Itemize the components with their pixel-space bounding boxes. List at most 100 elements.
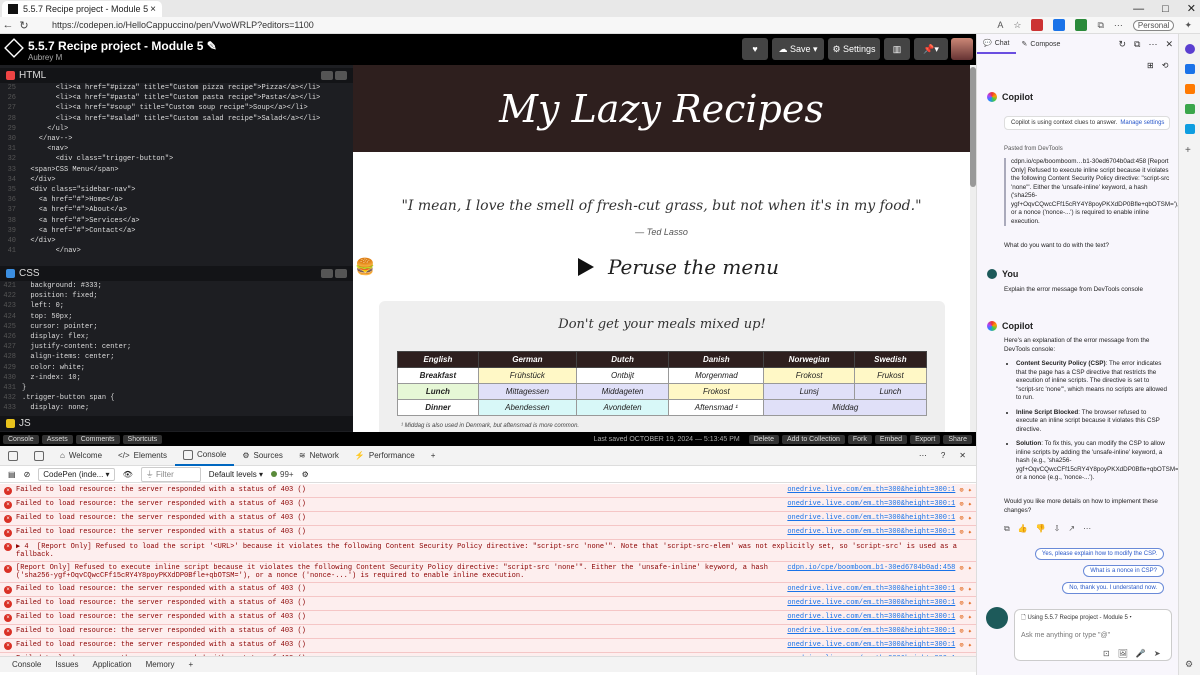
error-source-link[interactable]: onedrive.live.com/em…th=300&height=300:1 [787, 585, 955, 593]
console-error-row[interactable]: × [Report Only] Refused to execute inline… [0, 562, 976, 583]
device-icon[interactable] [26, 446, 52, 466]
send-icon[interactable]: ➤ [1154, 649, 1161, 658]
app-icon[interactable] [1185, 84, 1195, 94]
hamburger-menu-icon[interactable]: 🍔 [355, 257, 375, 277]
console-error-row[interactable]: × ▶ 4 [Report Only] Refused to load the s… [0, 540, 976, 562]
grid-icon[interactable]: ⊞ [1147, 61, 1154, 70]
more-icon[interactable]: ⋯ [1083, 524, 1091, 534]
filter-input[interactable]: ⏚ Filter [140, 466, 201, 482]
html-code[interactable]: 25 <li><a href="#pizza" title="Custom pi… [0, 83, 353, 256]
drawer-tab-console[interactable]: Console [12, 660, 41, 669]
help-icon[interactable]: ? [941, 451, 945, 460]
explain-error-icon[interactable]: ⊚ ✦ [959, 486, 972, 495]
extension-icon[interactable] [1031, 19, 1044, 31]
error-source-link[interactable]: onedrive.live.com/em…th=300&height=300:1 [787, 627, 955, 635]
refresh-icon[interactable]: ↻ [16, 19, 32, 32]
read-aloud-icon[interactable]: A [997, 20, 1003, 30]
avatar[interactable] [951, 38, 973, 60]
copilot-icon[interactable]: ✦ [1184, 20, 1192, 31]
more-icon[interactable]: ⋯ [1148, 39, 1157, 50]
error-source-link[interactable]: onedrive.live.com/em…th=300&height=300:1 [787, 613, 955, 621]
add-tab-icon[interactable]: + [423, 446, 444, 466]
pen-title[interactable]: 5.5.7 Recipe project - Module 5 ✎ [28, 39, 217, 53]
tab-welcome[interactable]: ⌂ Welcome [52, 446, 110, 466]
codepen-logo-icon[interactable] [4, 38, 24, 58]
thumbs-down-icon[interactable]: 👎 [1036, 524, 1046, 534]
drawer-tab-issues[interactable]: Issues [55, 660, 78, 669]
suggestion-3[interactable]: No, thank you. I understand now. [1062, 582, 1164, 594]
levels-select[interactable]: Default levels ▾ [209, 470, 263, 479]
explain-error-icon[interactable]: ⊚ ✦ [959, 599, 972, 608]
maximize-icon[interactable]: □ [1162, 3, 1169, 15]
editor-settings-icon[interactable] [321, 269, 333, 278]
url-field[interactable]: https://codepen.io/HelloCappuccino/pen/V… [52, 20, 314, 30]
collapse-icon[interactable] [335, 269, 347, 278]
tab-sources[interactable]: ⚙ Sources [234, 446, 291, 466]
explain-error-icon[interactable]: ⊚ ✦ [959, 627, 972, 636]
explain-error-icon[interactable]: ⊚ ✦ [959, 500, 972, 509]
error-source-link[interactable]: onedrive.live.com/em…th=300&height=300:1 [787, 528, 955, 536]
app-icon[interactable] [1185, 64, 1195, 74]
settings-button[interactable]: ⚙ Settings [828, 38, 880, 60]
minimize-icon[interactable]: — [1133, 3, 1144, 15]
chat-input[interactable]: Ask me anything or type "@" [1021, 632, 1110, 639]
extension-icon[interactable] [1053, 19, 1066, 31]
console-error-row[interactable]: × Failed to load resource: the server res… [0, 484, 976, 498]
back-icon[interactable]: ← [0, 19, 16, 31]
close-tab-icon[interactable]: × [150, 4, 156, 15]
pin-button[interactable]: 📌▾ [914, 38, 948, 60]
inspect-icon[interactable] [0, 446, 26, 466]
error-source-link[interactable]: onedrive.live.com/em…th=300&height=300:1 [787, 500, 955, 508]
tab-compose[interactable]: ✎ Compose [1016, 40, 1067, 49]
suggestion-2[interactable]: What is a nonce in CSP? [1083, 565, 1164, 577]
explain-error-icon[interactable]: ⊚ ✦ [959, 528, 972, 537]
error-source-link[interactable]: onedrive.live.com/em…th=300&height=300:1 [787, 486, 955, 494]
footer-console-button[interactable]: Console [3, 434, 39, 444]
explain-error-icon[interactable]: ⊚ ✦ [959, 641, 972, 650]
copilot-icon[interactable] [1185, 44, 1195, 54]
mic-icon[interactable]: 🎤 [1136, 649, 1146, 658]
add-drawer-tab-icon[interactable]: + [189, 660, 194, 669]
share-icon[interactable]: ↗ [1068, 524, 1075, 534]
profile-button[interactable]: Personal [1132, 19, 1175, 31]
app-icon[interactable] [1185, 124, 1195, 134]
footer-shortcuts-button[interactable]: Shortcuts [122, 434, 163, 444]
heart-button[interactable]: ♥ [742, 38, 768, 60]
peruse-menu-link[interactable]: Peruse the menu [578, 255, 779, 279]
more-icon[interactable]: ⋯ [1114, 20, 1123, 31]
close-window-icon[interactable]: ✕ [1187, 2, 1196, 15]
tab-console[interactable]: Console [174, 446, 235, 466]
layout-button[interactable]: ▥ [884, 38, 910, 60]
console-settings-icon[interactable]: ⚙ [302, 470, 309, 479]
error-source-link[interactable]: onedrive.live.com/em…th=300&height=300:1 [787, 599, 955, 607]
edit-pencil-icon[interactable]: ✎ [207, 39, 217, 53]
error-source-link[interactable]: onedrive.live.com/em…th=300&height=300:1 [787, 641, 955, 649]
share-button[interactable]: Share [943, 434, 972, 444]
console-error-row[interactable]: × Failed to load resource: the server res… [0, 625, 976, 639]
explain-error-icon[interactable]: ⊚ ✦ [959, 564, 972, 573]
app-icon[interactable] [1185, 104, 1195, 114]
new-topic-button[interactable] [986, 607, 1008, 629]
explain-error-icon[interactable]: ⊚ ✦ [959, 613, 972, 622]
extension-icon[interactable] [1075, 19, 1088, 31]
browser-tab[interactable]: 5.5.7 Recipe project - Module 5 × [2, 1, 162, 17]
refresh-icon[interactable]: ↻ [1118, 39, 1126, 50]
export-icon[interactable]: ⇩ [1054, 524, 1061, 534]
console-error-row[interactable]: × Failed to load resource: the server res… [0, 512, 976, 526]
clear-console-icon[interactable]: ⊘ [24, 470, 31, 479]
editor-settings-icon[interactable] [321, 71, 333, 80]
page-context-chip[interactable]: 🗋 Using 5.5.7 Recipe project - Module 5 … [1021, 613, 1132, 623]
console-error-row[interactable]: × Failed to load resource: the server res… [0, 611, 976, 625]
screenshot-icon[interactable]: ⊡ [1103, 649, 1110, 658]
collections-icon[interactable]: ⧉ [1097, 20, 1103, 31]
css-code[interactable]: 421 background: #333; 422 position: fixed… [0, 281, 353, 413]
tab-network[interactable]: ≋ Network [291, 446, 347, 466]
embed-button[interactable]: Embed [874, 434, 908, 444]
history-icon[interactable]: ⟲ [1162, 61, 1169, 70]
favorite-star-icon[interactable]: ☆ [1013, 20, 1021, 31]
console-error-row[interactable]: × Failed to load resource: the server res… [0, 639, 976, 653]
drawer-tab-application[interactable]: Application [92, 660, 131, 669]
more-icon[interactable]: ⋯ [919, 451, 927, 460]
context-select[interactable]: CodePen (inde... ▾ [38, 467, 115, 481]
console-error-row[interactable]: × Failed to load resource: the server res… [0, 583, 976, 597]
